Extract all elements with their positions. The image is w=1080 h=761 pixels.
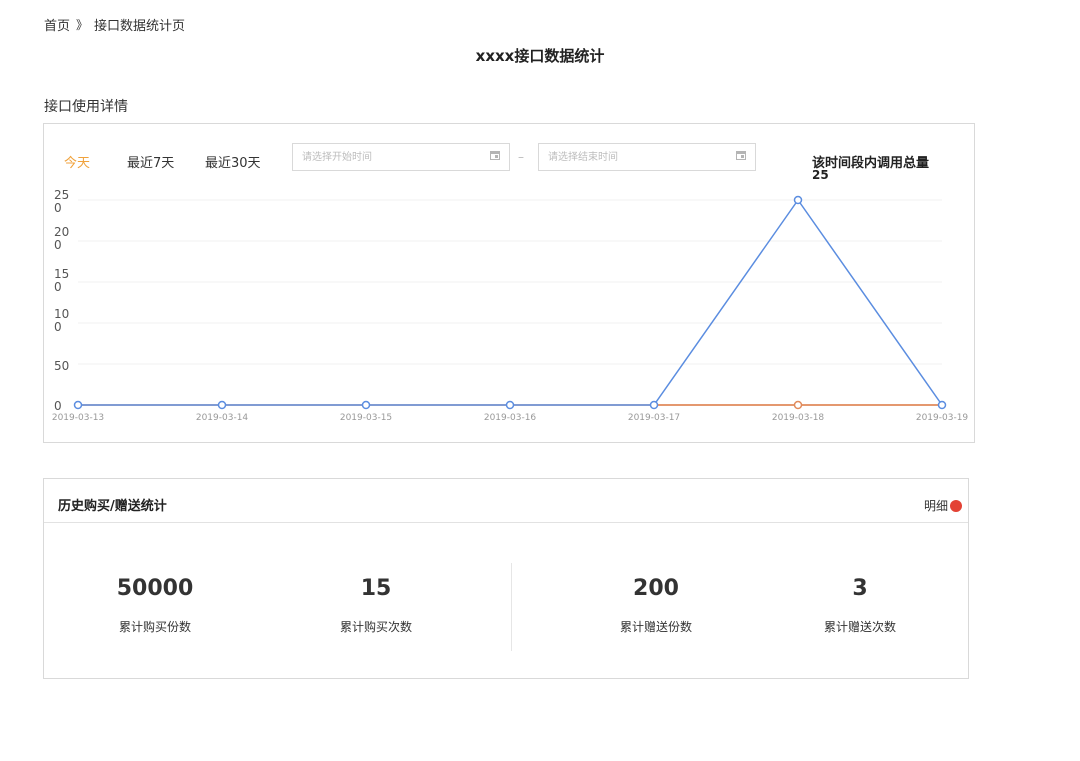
x-tick-label: 2019-03-15 xyxy=(340,413,392,423)
breadcrumb-separator: 》 xyxy=(76,18,89,32)
data-point xyxy=(793,195,803,205)
stat-label: 累计赠送次数 xyxy=(823,620,896,634)
stat-value: 15 xyxy=(360,576,392,601)
data-point xyxy=(361,400,371,410)
notification-dot-icon xyxy=(950,500,962,512)
stat-value: 200 xyxy=(633,576,679,601)
stat-purchase-count: 15 累计购买次数 xyxy=(276,576,476,635)
stat-value: 3 xyxy=(852,576,868,601)
data-point xyxy=(73,400,83,410)
stat-label: 累计购买次数 xyxy=(339,620,412,634)
x-tick-label: 2019-03-17 xyxy=(628,413,680,423)
stat-label: 累计赠送份数 xyxy=(619,620,692,634)
stat-gift-quantity: 200 累计赠送份数 xyxy=(556,576,756,635)
stats-panel: 历史购买/赠送统计 明细 50000 累计购买份数 15 累计购买次数 200 … xyxy=(43,478,969,679)
x-tick-label: 2019-03-19 xyxy=(916,413,969,423)
stats-header: 历史购买/赠送统计 明细 xyxy=(44,479,968,523)
detail-link[interactable]: 明细 xyxy=(924,497,948,514)
x-tick-label: 2019-03-13 xyxy=(52,413,104,423)
x-tick-label: 2019-03-18 xyxy=(772,413,825,423)
data-point xyxy=(937,400,947,410)
stat-label: 累计购买份数 xyxy=(118,620,191,634)
data-point xyxy=(649,400,659,410)
page-title: xxxx接口数据统计 xyxy=(475,47,605,65)
chart-panel: 今天 最近7天 最近30天 – 该时间段内调用总量 25 250 200 150… xyxy=(43,123,975,443)
breadcrumb-home[interactable]: 首页 xyxy=(44,19,70,34)
series-line xyxy=(78,198,943,406)
stat-purchase-quantity: 50000 累计购买份数 xyxy=(55,576,255,635)
data-point xyxy=(505,400,515,410)
stat-gift-count: 3 累计赠送次数 xyxy=(760,576,960,635)
data-point xyxy=(793,400,803,410)
stat-value: 50000 xyxy=(116,576,194,601)
x-tick-label: 2019-03-16 xyxy=(484,413,537,423)
breadcrumb-current: 接口数据统计页 xyxy=(94,19,186,34)
section-label: 接口使用详情 xyxy=(44,99,128,115)
data-point xyxy=(217,400,227,410)
stat-divider xyxy=(511,563,512,651)
x-tick-label: 2019-03-14 xyxy=(196,413,249,423)
breadcrumb: 首页》接口数据统计页 xyxy=(44,15,185,34)
stats-title: 历史购买/赠送统计 xyxy=(58,499,167,514)
line-chart: 2019-03-13 2019-03-14 2019-03-15 2019-03-16… xyxy=(52,195,969,423)
